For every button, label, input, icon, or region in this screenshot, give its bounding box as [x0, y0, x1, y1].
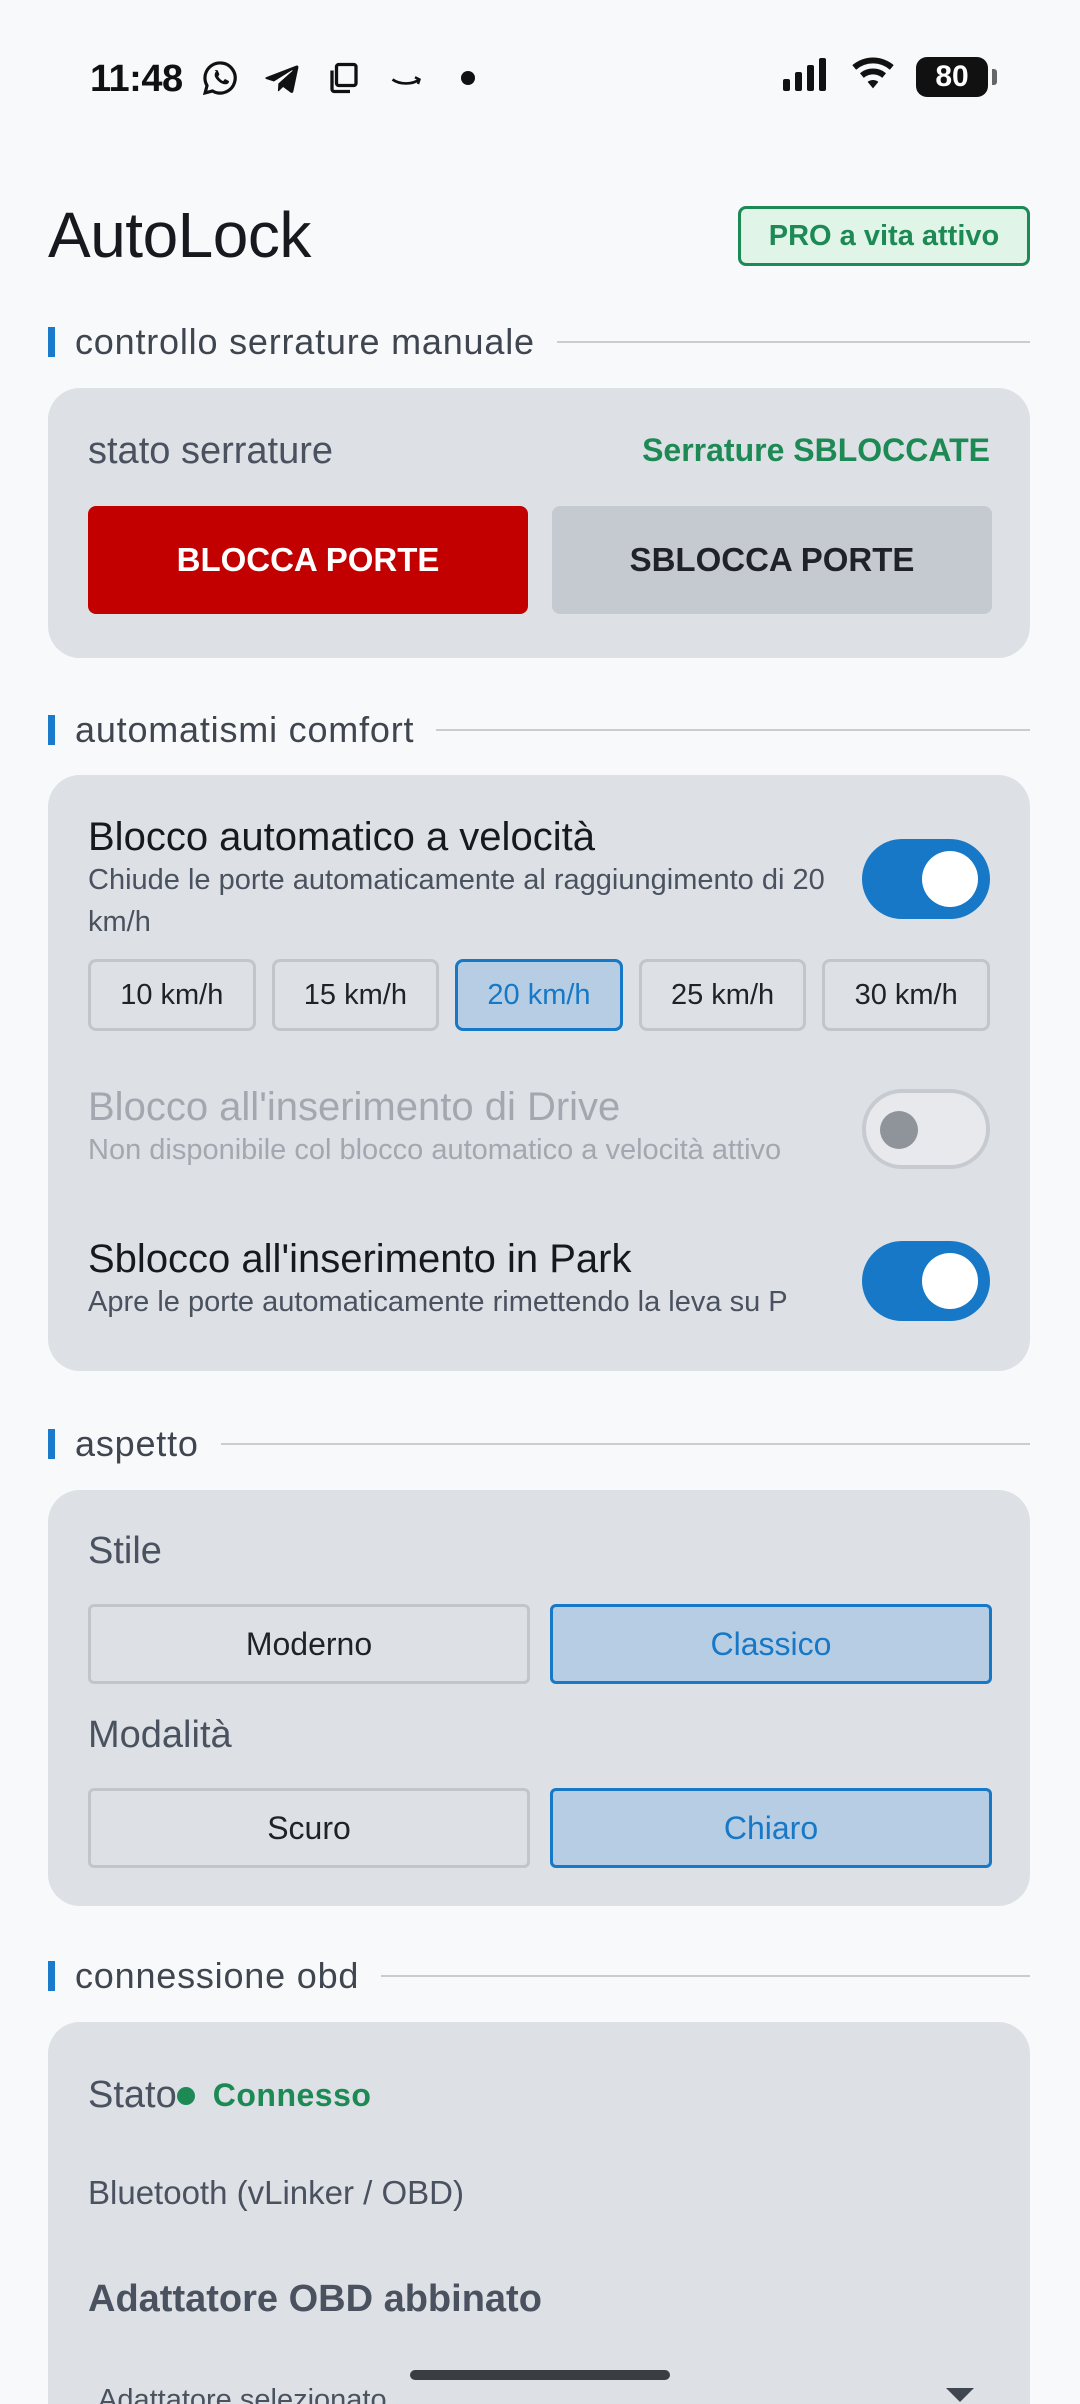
appearance-card: Stile Moderno Classico Modalità Scuro Ch…: [48, 1490, 1030, 1906]
wifi-icon: [850, 56, 896, 97]
section-header-comfort: automatismi comfort: [48, 708, 1030, 752]
mode-label: Modalità: [88, 1714, 232, 1756]
mode-option-dark[interactable]: Scuro: [88, 1788, 530, 1868]
section-label: controllo serrature manuale: [75, 321, 535, 362]
comfort-card: Blocco automatico a velocità Chiude le p…: [48, 775, 1030, 1371]
manual-lock-card: stato serrature Serrature SBLOCCATE BLOC…: [48, 388, 1030, 658]
speed-options: 10 km/h 15 km/h 20 km/h 25 km/h 30 km/h: [88, 959, 990, 1031]
notification-icons: [200, 58, 488, 98]
lock-state-label: stato serrature: [88, 430, 333, 472]
section-divider: [556, 341, 1030, 343]
copy-icon: [324, 58, 364, 98]
speed-option-10[interactable]: 10 km/h: [88, 959, 256, 1031]
obd-connection-type: Bluetooth (vLinker / OBD): [88, 2174, 464, 2211]
section-divider: [381, 1975, 1030, 1977]
obd-adapter-select-label: Adattatore selezionato: [98, 2384, 387, 2404]
lock-doors-button[interactable]: BLOCCA PORTE: [88, 506, 528, 614]
speed-option-15[interactable]: 15 km/h: [271, 959, 440, 1031]
dot-icon: [448, 58, 488, 98]
toggle-knob: [922, 851, 978, 907]
mode-selector: Scuro Chiaro: [88, 1788, 992, 1868]
section-divider: [220, 1443, 1030, 1445]
drive-lock-toggle[interactable]: [862, 1089, 990, 1169]
section-header-appearance: aspetto: [48, 1422, 1030, 1466]
battery-icon: 80: [916, 56, 997, 97]
drive-lock-title: Blocco all'inserimento di Drive: [88, 1085, 621, 1129]
obd-state-value: Connesso: [212, 2077, 372, 2113]
speed-option-25[interactable]: 25 km/h: [638, 959, 807, 1031]
section-accent-bar: [48, 327, 55, 357]
section-label: connessione obd: [75, 1955, 360, 1996]
section-divider: [436, 729, 1030, 731]
home-indicator[interactable]: [410, 2370, 670, 2380]
section-label: automatismi comfort: [75, 709, 415, 750]
status-time: 11:48: [90, 58, 183, 100]
unlock-doors-button[interactable]: SBLOCCA PORTE: [552, 506, 992, 614]
section-accent-bar: [48, 715, 55, 745]
speed-lock-toggle[interactable]: [862, 839, 990, 919]
style-label: Stile: [88, 1530, 162, 1572]
telegram-icon: [262, 58, 302, 98]
speed-option-30[interactable]: 30 km/h: [822, 959, 990, 1031]
park-unlock-title: Sblocco all'inserimento in Park: [88, 1237, 632, 1281]
speed-lock-title: Blocco automatico a velocità: [88, 815, 595, 859]
style-option-classic[interactable]: Classico: [550, 1604, 992, 1684]
amazon-icon: [386, 58, 426, 98]
connected-status-dot: [176, 2086, 195, 2105]
speed-option-20[interactable]: 20 km/h: [455, 959, 623, 1031]
obd-state-row: Stato Connesso: [88, 2074, 371, 2117]
obd-state-label: Stato: [88, 2074, 177, 2116]
section-accent-bar: [48, 1961, 55, 1991]
status-bar: 11:48 80: [0, 0, 1080, 160]
style-option-modern[interactable]: Moderno: [88, 1604, 530, 1684]
signal-icon: [782, 57, 830, 96]
obd-paired-title: Adattatore OBD abbinato: [88, 2278, 542, 2320]
section-header-obd: connessione obd: [48, 1954, 1030, 1998]
lock-state-value: Serrature SBLOCCATE: [642, 432, 990, 468]
pro-status-badge: PRO a vita attivo: [738, 206, 1030, 266]
section-label: aspetto: [75, 1423, 199, 1464]
obd-card: Stato Connesso Bluetooth (vLinker / OBD)…: [48, 2022, 1030, 2404]
section-accent-bar: [48, 1429, 55, 1459]
park-unlock-toggle[interactable]: [862, 1241, 990, 1321]
section-header-manual-lock: controllo serrature manuale: [48, 320, 1030, 364]
chevron-down-icon[interactable]: [946, 2388, 974, 2402]
style-selector: Moderno Classico: [88, 1604, 992, 1684]
speed-lock-description: Chiude le porte automaticamente al raggi…: [88, 864, 825, 938]
whatsapp-icon: [200, 58, 240, 98]
system-icons: 80: [782, 56, 997, 97]
page-title: AutoLock: [48, 199, 311, 271]
toggle-knob: [880, 1111, 918, 1149]
toggle-knob: [922, 1253, 978, 1309]
mode-option-light[interactable]: Chiaro: [550, 1788, 992, 1868]
drive-lock-description: Non disponibile col blocco automatico a …: [88, 1134, 782, 1166]
park-unlock-description: Apre le porte automaticamente rimettendo…: [88, 1286, 788, 1318]
